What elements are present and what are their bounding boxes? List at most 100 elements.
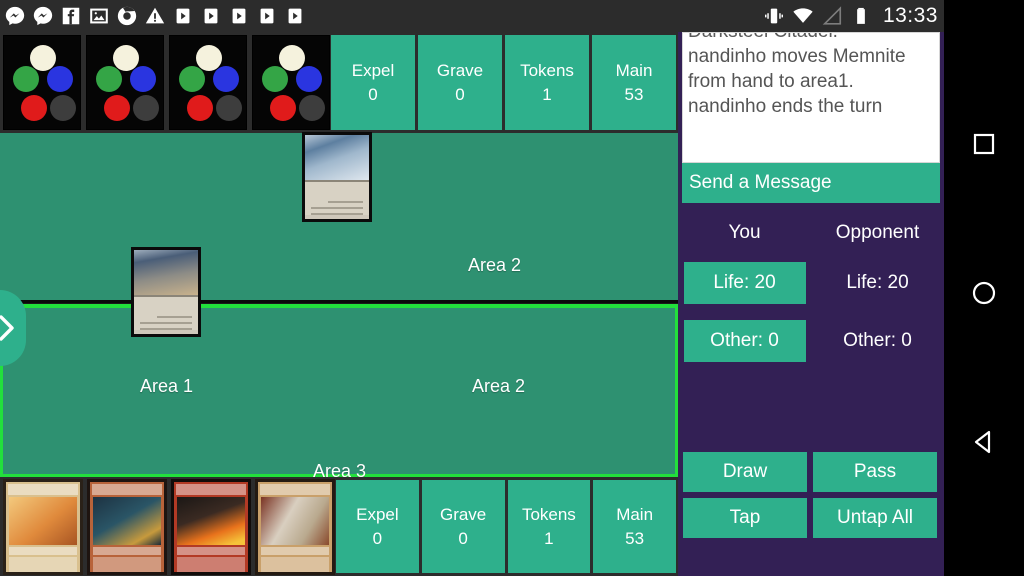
zone-count: 1 (544, 528, 554, 548)
opponent-battlefield[interactable]: Area 2 (0, 132, 678, 303)
player-zone-main[interactable]: Main 53 (593, 480, 676, 573)
zone-label: Expel (351, 60, 395, 80)
card-text-line (140, 322, 192, 324)
card-text-box (134, 294, 198, 330)
card-back[interactable] (86, 35, 164, 130)
card-text-box (93, 557, 161, 572)
facebook-icon (60, 5, 82, 27)
player-hand (0, 477, 335, 576)
mana-pip-black (133, 95, 159, 121)
chevron-right-icon (0, 315, 14, 341)
zone-count: 0 (455, 84, 465, 104)
opponent-zone-expel[interactable]: Expel 0 (331, 35, 415, 130)
player-zone-tokens[interactable]: Tokens 1 (507, 480, 591, 573)
card-art (9, 497, 77, 545)
side-panel: Darksteel Citadel. nandinho moves Memnit… (678, 32, 944, 576)
back-button[interactable] (967, 425, 1001, 459)
mana-pip-green (179, 66, 205, 92)
untap-all-button[interactable]: Untap All (813, 498, 937, 538)
card-art (177, 497, 245, 545)
hand-card-2[interactable] (87, 479, 167, 575)
zone-label: Grave (436, 60, 484, 80)
card-text-box (177, 557, 245, 572)
game-screen: Expel 0 Grave 0 Tokens 1 Main 53 Area 2 … (0, 32, 944, 576)
chat-log[interactable]: Darksteel Citadel. nandinho moves Memnit… (682, 32, 940, 163)
life-row: Life: 20 Life: 20 (678, 262, 944, 304)
player-zone-expel[interactable]: Expel 0 (336, 480, 419, 573)
card-back[interactable] (252, 35, 330, 130)
mana-pip-red (104, 95, 130, 121)
play-store-icon (284, 5, 306, 27)
draw-button[interactable]: Draw (683, 452, 807, 492)
home-button[interactable] (967, 276, 1001, 310)
hand-card-1[interactable] (3, 479, 83, 575)
mana-pip-blue (130, 66, 156, 92)
mana-pip-blue (296, 66, 322, 92)
action-buttons: Draw Pass Tap Untap All (678, 452, 944, 538)
zone-count: 1 (542, 84, 552, 104)
other-row: Other: 0 Other: 0 (678, 320, 944, 362)
card-title-bar (8, 484, 78, 495)
card-art (305, 132, 369, 180)
opponent-other-value: Other: 0 (843, 330, 912, 351)
player-area2-label: Area 2 (472, 376, 526, 396)
opponent-zone-main[interactable]: Main 53 (592, 35, 676, 130)
mana-pip-blue (47, 66, 73, 92)
card-type-bar (261, 547, 329, 555)
mana-pip-red (270, 95, 296, 121)
mana-pip-red (21, 95, 47, 121)
player-battlefield[interactable]: Area 1 Area 2 Area 3 (0, 304, 678, 481)
mana-pip-green (13, 66, 39, 92)
opponent-life-value: Life: 20 (846, 272, 909, 293)
chat-message: nandinho ends the turn (688, 96, 883, 117)
mana-pip-black (299, 95, 325, 121)
warning-icon (144, 5, 166, 27)
opponent-zone-grave[interactable]: Grave 0 (418, 35, 502, 130)
you-other-button[interactable]: Other: 0 (683, 320, 806, 362)
hand-card-3[interactable] (171, 479, 251, 575)
card-text-box (9, 557, 77, 572)
opponent-top-strip: Expel 0 Grave 0 Tokens 1 Main 53 (0, 32, 678, 133)
signal-icon (821, 5, 843, 27)
status-bar-system-icons: 13:33 (763, 4, 938, 28)
zone-count: 0 (372, 528, 383, 548)
vibrate-icon (763, 5, 785, 27)
player-hand-strip: Expel 0 Grave 0 Tokens 1 Main 53 (0, 477, 678, 576)
hand-card-4[interactable] (255, 479, 335, 575)
player-zone-grave[interactable]: Grave 0 (421, 480, 505, 573)
card-text-box (305, 179, 369, 215)
mana-pip-black (50, 95, 76, 121)
mana-pip-red (187, 95, 213, 121)
card-text-line (140, 328, 192, 330)
play-store-icon (228, 5, 250, 27)
card-art (261, 497, 329, 545)
opponent-zone-tokens[interactable]: Tokens 1 (505, 35, 589, 130)
mana-pip-green (96, 66, 122, 92)
mana-pip-green (262, 66, 288, 92)
you-header: You (728, 222, 761, 243)
battery-icon (850, 5, 872, 27)
pass-button[interactable]: Pass (813, 452, 937, 492)
send-message-input[interactable]: Send a Message (682, 163, 940, 203)
player-card-1[interactable] (131, 247, 201, 337)
recents-button[interactable] (967, 127, 1001, 161)
you-life-button[interactable]: Life: 20 (683, 262, 806, 304)
tap-button[interactable]: Tap (683, 498, 807, 538)
card-back[interactable] (169, 35, 247, 130)
opponent-area2-label: Area 2 (468, 255, 522, 275)
opponent-card-1[interactable] (302, 132, 372, 222)
status-bar-clock: 13:33 (882, 4, 938, 27)
card-text-line (311, 207, 363, 209)
opponent-header: Opponent (835, 222, 920, 243)
android-navigation-bar (944, 0, 1024, 576)
chrome-icon (116, 5, 138, 27)
opponent-zone-bar: Expel 0 Grave 0 Tokens 1 Main 53 (330, 32, 678, 133)
card-type-bar (9, 547, 77, 555)
zone-label: Grave (439, 504, 487, 524)
board-column: Expel 0 Grave 0 Tokens 1 Main 53 Area 2 … (0, 32, 678, 576)
opponent-library-stack[interactable] (0, 32, 330, 133)
player-stats: You Opponent Life: 20 Life: 20 Other: 0 … (678, 212, 944, 378)
mana-pip-black (216, 95, 242, 121)
mana-pip-blue (213, 66, 239, 92)
card-back[interactable] (3, 35, 81, 130)
